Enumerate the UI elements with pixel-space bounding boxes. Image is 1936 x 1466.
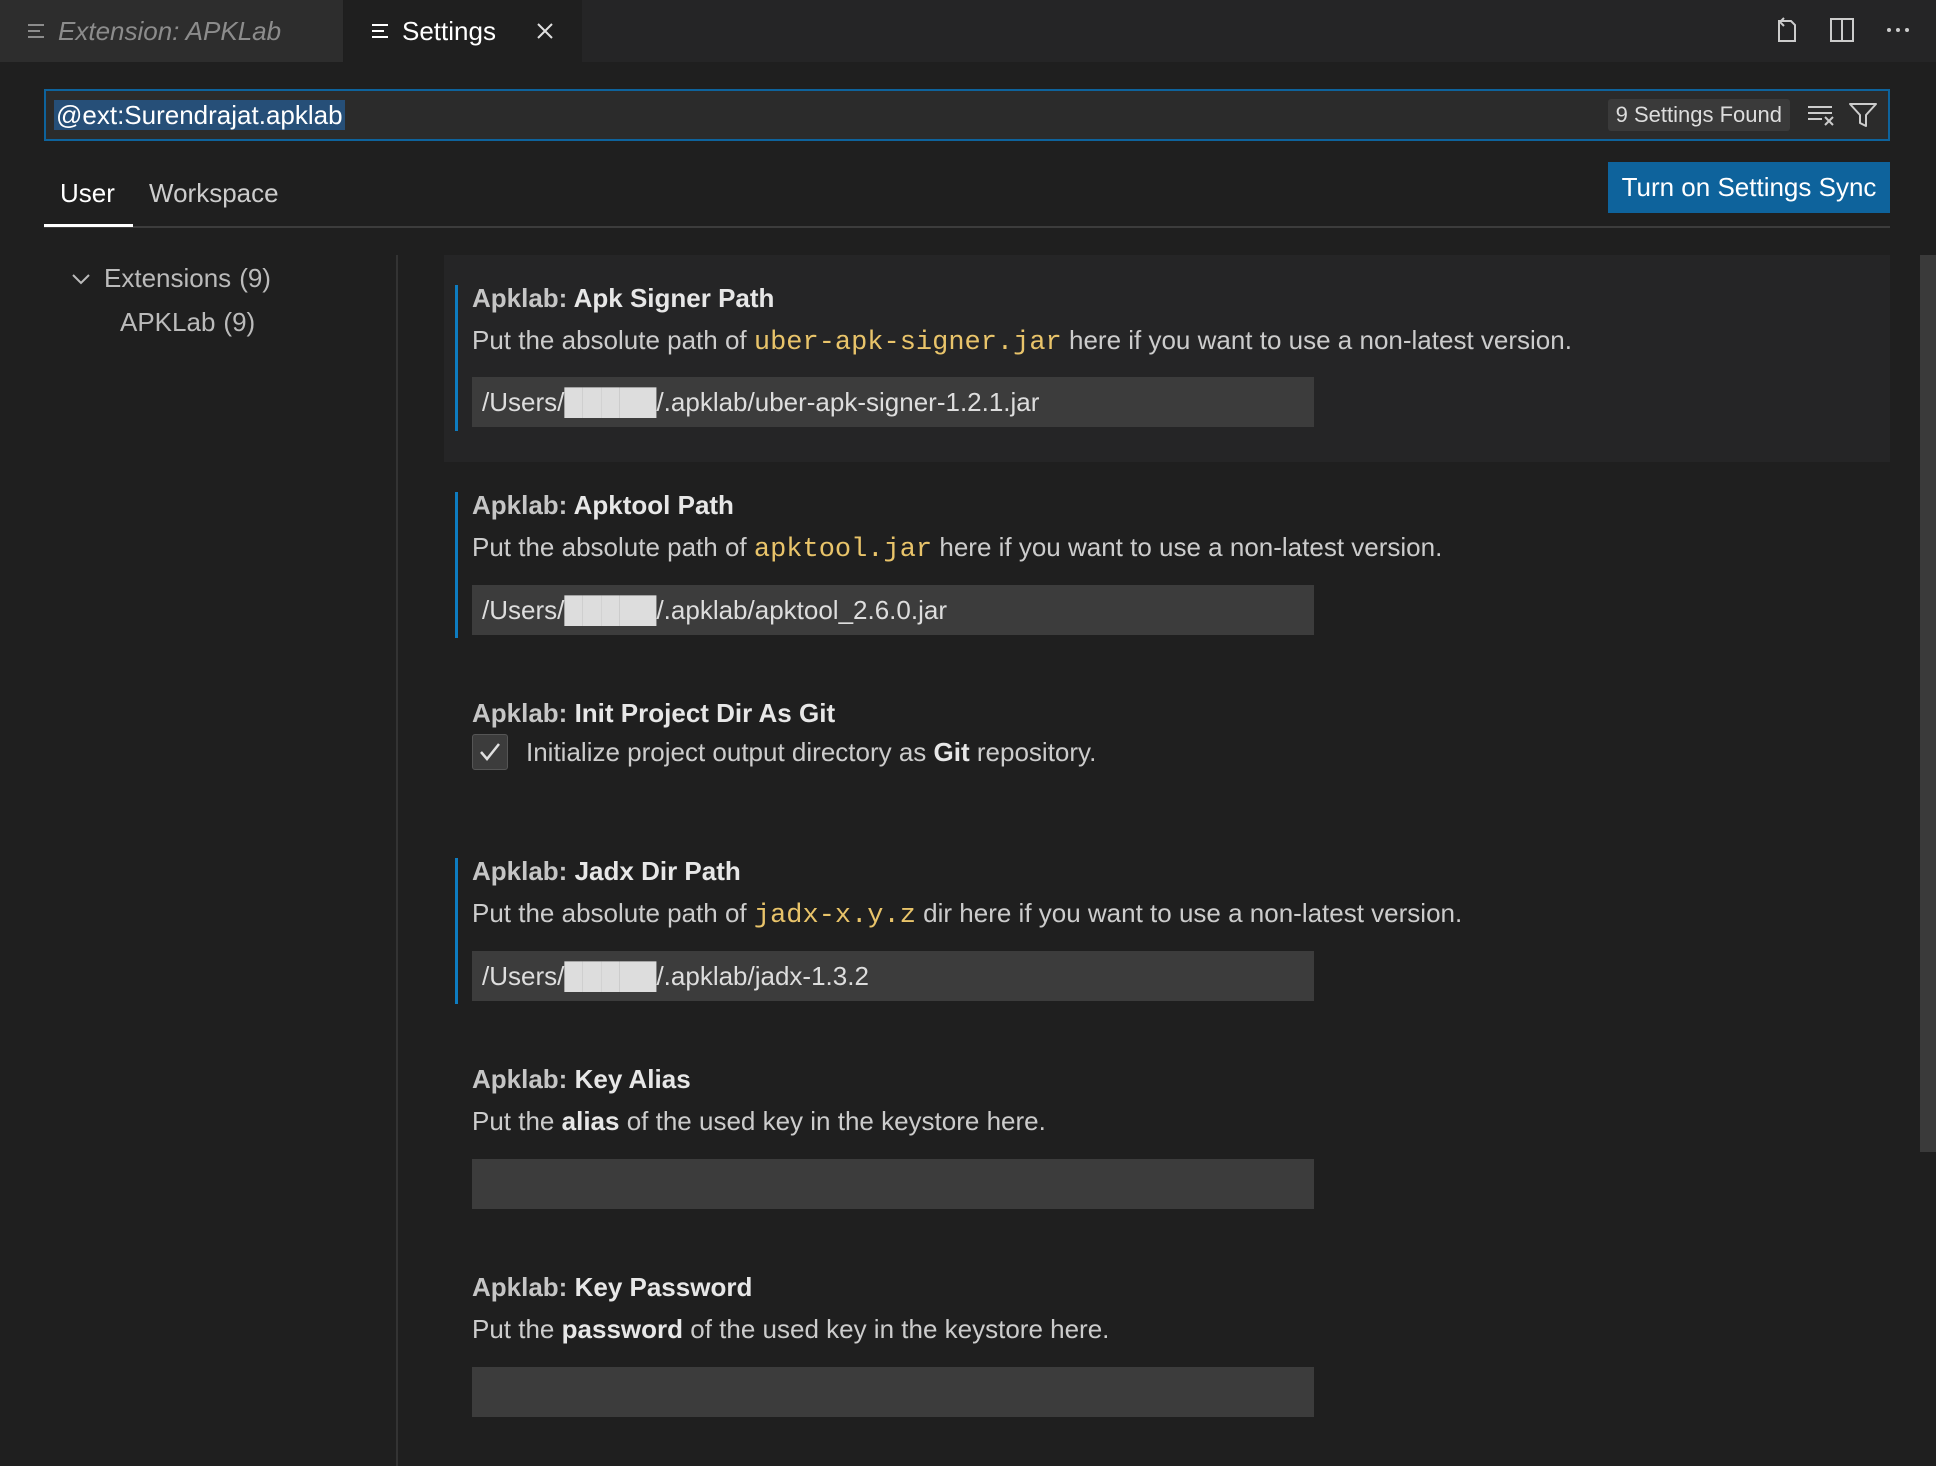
tab-settings[interactable]: Settings bbox=[344, 0, 582, 62]
tab-extension-apklab[interactable]: Extension: APKLab bbox=[0, 0, 344, 62]
setting-description: Put the absolute path of jadx-x.y.z dir … bbox=[472, 898, 1463, 931]
settings-scrollbar[interactable] bbox=[1920, 255, 1936, 1152]
tab-user[interactable]: User bbox=[60, 178, 115, 209]
setting-title: Apklab: Key Alias bbox=[472, 1064, 691, 1094]
editor-tab-bar: Extension: APKLab Settings bbox=[0, 0, 1936, 62]
turn-on-settings-sync-button[interactable]: Turn on Settings Sync bbox=[1608, 162, 1890, 213]
chevron-down-icon bbox=[72, 273, 90, 284]
setting-title: Apklab: Jadx Dir Path bbox=[472, 856, 741, 886]
checkbox-row: Initialize project output directory as G… bbox=[472, 734, 1096, 770]
settings-list: Apklab: Apk Signer Path Put the absolute… bbox=[444, 255, 1890, 1466]
open-settings-json-icon[interactable] bbox=[1768, 12, 1804, 48]
toc-item-extensions[interactable]: Extensions (9) bbox=[70, 263, 271, 294]
key-alias-input[interactable] bbox=[472, 1159, 1314, 1209]
check-icon bbox=[480, 743, 500, 761]
more-actions-icon[interactable] bbox=[1880, 12, 1916, 48]
modified-indicator bbox=[455, 492, 458, 638]
setting-apk-signer-path: Apklab: Apk Signer Path Put the absolute… bbox=[444, 255, 1890, 462]
settings-file-icon bbox=[372, 24, 388, 38]
setting-title: Apklab: Apk Signer Path bbox=[472, 283, 775, 313]
toc-label: Extensions bbox=[104, 263, 232, 293]
settings-scope-tabs: User Workspace Turn on Settings Sync bbox=[44, 160, 1890, 228]
settings-toc: Extensions (9) APKLab (9) bbox=[44, 255, 398, 1466]
toc-item-apklab[interactable]: APKLab (9) bbox=[120, 307, 255, 338]
focus-indicator bbox=[455, 285, 458, 431]
apktool-path-input[interactable] bbox=[472, 585, 1314, 635]
jadx-dir-path-input[interactable] bbox=[472, 951, 1314, 1001]
settings-found-count: 9 Settings Found bbox=[1607, 99, 1790, 131]
setting-apktool-path: Apklab: Apktool Path Put the absolute pa… bbox=[444, 462, 1890, 670]
active-tab-indicator bbox=[44, 224, 133, 227]
modified-indicator bbox=[455, 858, 458, 1004]
split-editor-icon[interactable] bbox=[1824, 12, 1860, 48]
close-icon[interactable] bbox=[532, 18, 558, 44]
preview-icon bbox=[28, 24, 44, 38]
toc-count: (9) bbox=[223, 307, 256, 337]
setting-key-alias: Apklab: Key Alias Put the alias of the u… bbox=[444, 1036, 1890, 1244]
toc-count: (9) bbox=[239, 263, 271, 293]
setting-description: Put the absolute path of apktool.jar her… bbox=[472, 532, 1443, 565]
init-git-checkbox[interactable] bbox=[472, 734, 508, 770]
setting-description: Put the password of the used key in the … bbox=[472, 1314, 1110, 1344]
toc-label: APKLab bbox=[120, 307, 216, 337]
setting-title: Apklab: Key Password bbox=[472, 1272, 753, 1302]
search-query-text: @ext:Surendrajat.apklab bbox=[54, 100, 345, 130]
settings-search-box: @ext:Surendrajat.apklab 9 Settings Found bbox=[44, 89, 1890, 141]
apk-signer-path-input[interactable] bbox=[472, 377, 1314, 427]
setting-title: Apklab: Apktool Path bbox=[472, 490, 734, 520]
setting-jadx-dir-path: Apklab: Jadx Dir Path Put the absolute p… bbox=[444, 828, 1890, 1036]
setting-key-password: Apklab: Key Password Put the password of… bbox=[444, 1244, 1890, 1452]
editor-actions bbox=[1768, 12, 1916, 48]
setting-init-project-dir-as-git: Apklab: Init Project Dir As Git Initiali… bbox=[444, 670, 1890, 828]
filter-icon[interactable] bbox=[1846, 98, 1880, 132]
key-password-input[interactable] bbox=[472, 1367, 1314, 1417]
setting-description: Put the absolute path of uber-apk-signer… bbox=[472, 325, 1572, 358]
setting-description: Put the alias of the used key in the key… bbox=[472, 1106, 1046, 1136]
setting-title: Apklab: Init Project Dir As Git bbox=[472, 698, 836, 728]
tab-workspace[interactable]: Workspace bbox=[149, 178, 279, 209]
clear-filter-icon[interactable] bbox=[1804, 98, 1838, 132]
tab-label: Extension: APKLab bbox=[58, 15, 282, 46]
tab-label: Settings bbox=[402, 15, 496, 46]
